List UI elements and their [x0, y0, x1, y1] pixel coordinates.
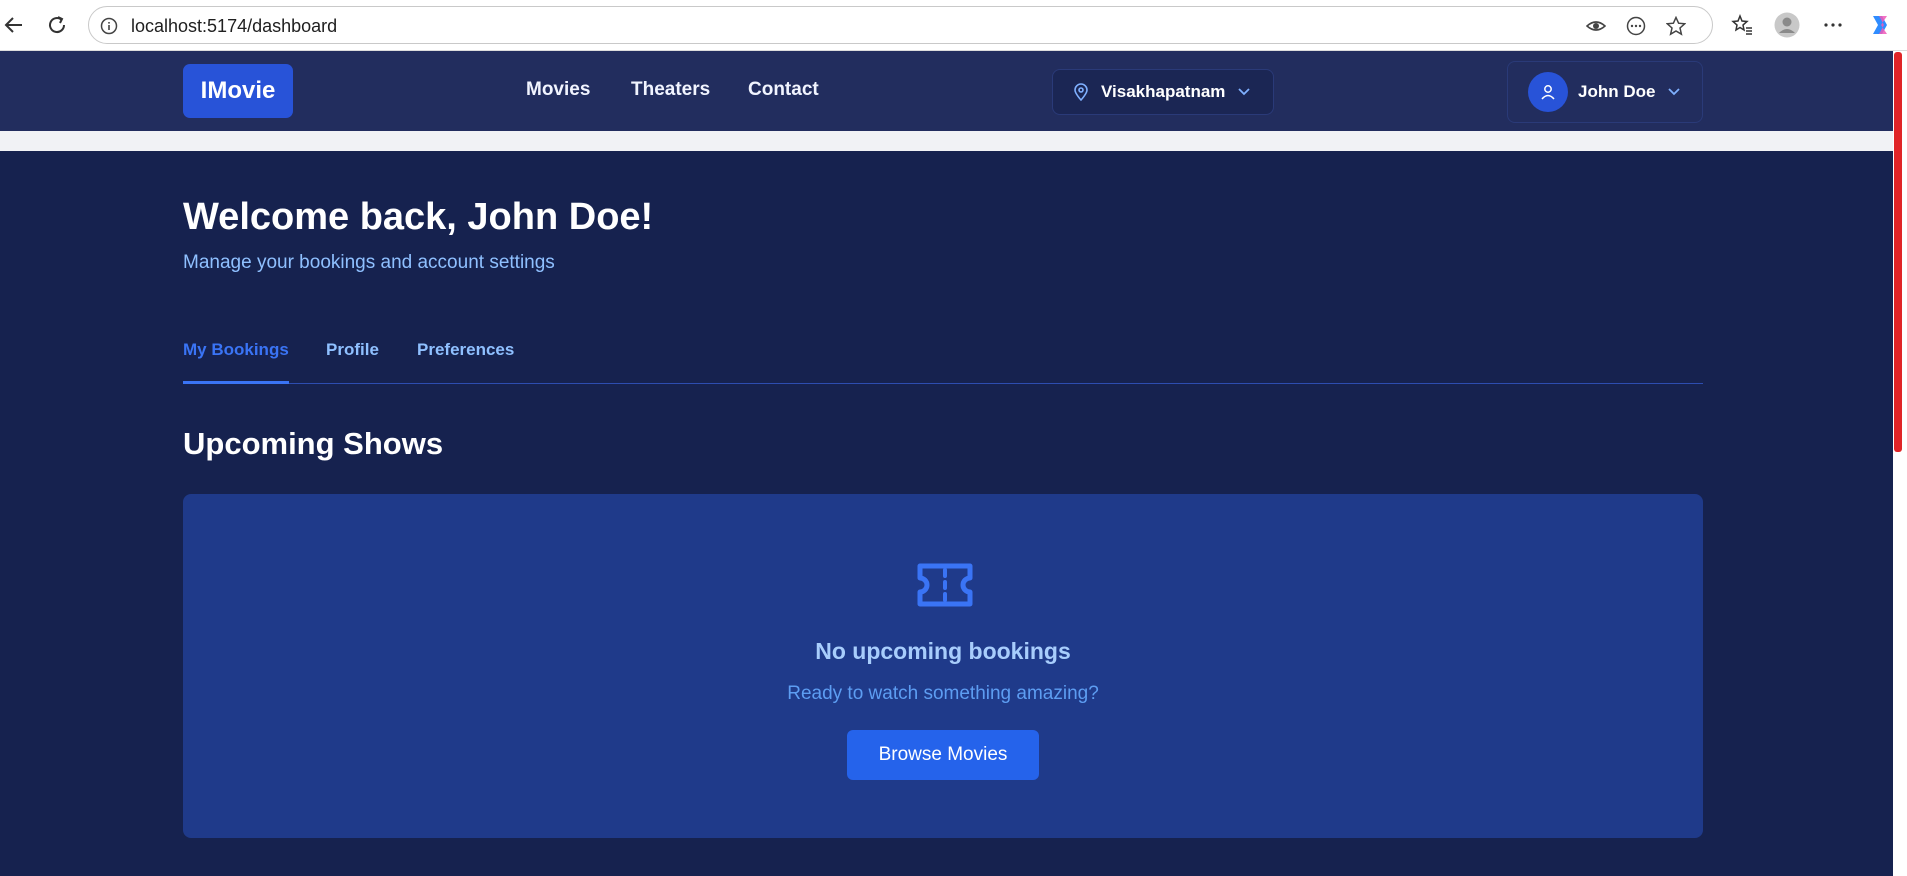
chevron-down-icon: [1667, 87, 1681, 97]
page-title: Welcome back, John Doe!: [183, 196, 654, 238]
more-options-circle-icon[interactable]: [1626, 16, 1646, 36]
empty-state-subtitle: Ready to watch something amazing?: [787, 683, 1099, 704]
nav-contact[interactable]: Contact: [748, 79, 819, 101]
section-title: Upcoming Shows: [183, 426, 444, 461]
browse-movies-button[interactable]: Browse Movies: [847, 730, 1039, 780]
user-name: John Doe: [1578, 82, 1656, 101]
url-text[interactable]: localhost:5174/dashboard: [131, 16, 337, 36]
city-selector[interactable]: Visakhapatnam: [1052, 69, 1274, 115]
back-icon[interactable]: [0, 11, 28, 39]
ticket-icon: [915, 561, 975, 609]
empty-state-title: No upcoming bookings: [815, 638, 1071, 664]
user-menu[interactable]: John Doe: [1507, 61, 1703, 123]
scrollbar-thumb[interactable]: [1894, 52, 1902, 452]
logo[interactable]: IMovie: [183, 64, 293, 118]
star-icon[interactable]: [1666, 16, 1686, 36]
nav-movies[interactable]: Movies: [526, 79, 590, 101]
empty-bookings-card: No upcoming bookings Ready to watch some…: [183, 494, 1703, 838]
nav-theaters[interactable]: Theaters: [631, 79, 710, 101]
reload-icon[interactable]: [43, 11, 71, 39]
tab-profile[interactable]: Profile: [326, 332, 379, 384]
site-navbar: IMovie Movies Theaters Contact Visakhapa…: [0, 51, 1893, 131]
profile-icon[interactable]: [1773, 11, 1801, 39]
tab-my-bookings[interactable]: My Bookings: [183, 332, 289, 384]
eye-icon[interactable]: [1586, 16, 1606, 36]
chevron-down-icon: [1237, 87, 1251, 97]
tab-preferences[interactable]: Preferences: [417, 332, 514, 384]
site-info-icon[interactable]: [99, 16, 119, 36]
dashboard-main: Welcome back, John Doe! Manage your book…: [0, 151, 1893, 876]
address-bar[interactable]: localhost:5174/dashboard: [88, 6, 1713, 44]
favorites-icon[interactable]: [1728, 11, 1756, 39]
city-name: Visakhapatnam: [1101, 82, 1226, 101]
copilot-icon[interactable]: [1866, 11, 1894, 39]
menu-dots-icon[interactable]: [1819, 11, 1847, 39]
header-divider: [0, 131, 1893, 151]
user-avatar-icon: [1528, 72, 1568, 112]
dashboard-tabs: My Bookings Profile Preferences: [183, 332, 1703, 384]
browser-toolbar: localhost:5174/dashboard: [0, 0, 1907, 51]
location-pin-icon: [1073, 83, 1091, 101]
page-subtitle: Manage your bookings and account setting…: [183, 252, 555, 273]
